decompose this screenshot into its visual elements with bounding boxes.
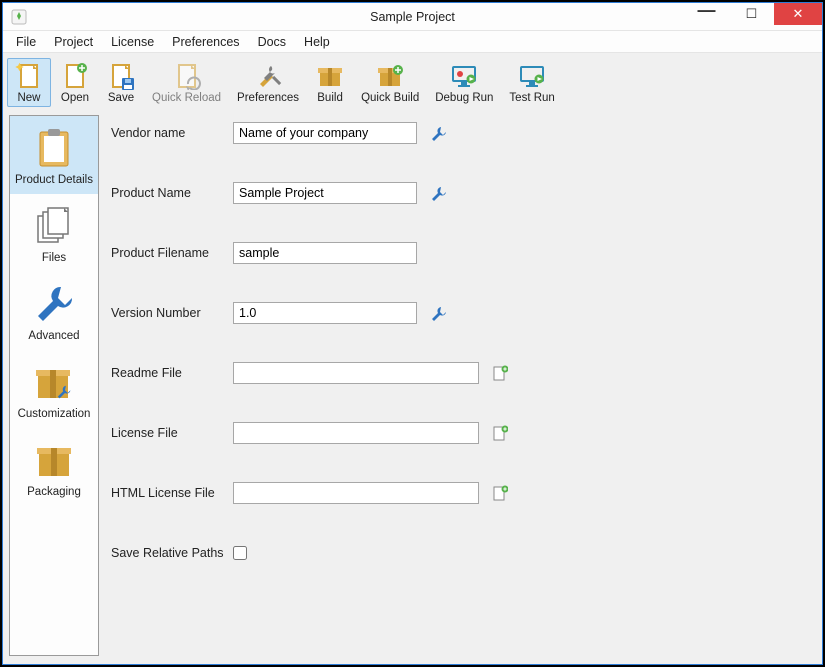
files-icon	[32, 204, 76, 248]
menu-file[interactable]: File	[7, 33, 45, 51]
toolbar-quick-reload-label: Quick Reload	[152, 92, 221, 104]
file-browse-icon	[492, 425, 508, 441]
sidebar-customization-label: Customization	[18, 408, 91, 420]
product-name-label: Product Name	[111, 186, 233, 200]
toolbar-build-button[interactable]: Build	[308, 58, 352, 107]
build-icon	[315, 61, 345, 91]
row-readme-file: Readme File	[111, 361, 812, 385]
file-browse-icon	[492, 485, 508, 501]
product-filename-input[interactable]	[233, 242, 417, 264]
toolbar-save-button[interactable]: Save	[99, 58, 143, 107]
row-save-relative-paths: Save Relative Paths	[111, 541, 812, 565]
product-filename-label: Product Filename	[111, 246, 233, 260]
save-relative-paths-label: Save Relative Paths	[111, 546, 233, 560]
sidebar-item-files[interactable]: Files	[10, 194, 98, 272]
toolbar-debug-run-label: Debug Run	[435, 92, 493, 104]
sidebar-files-label: Files	[42, 252, 66, 264]
quick-build-icon	[375, 61, 405, 91]
open-file-icon	[60, 61, 90, 91]
html-license-file-label: HTML License File	[111, 486, 233, 500]
menu-docs[interactable]: Docs	[249, 33, 295, 51]
toolbar-new-label: New	[17, 92, 40, 104]
sidebar-packaging-label: Packaging	[27, 486, 81, 498]
toolbar-open-label: Open	[61, 92, 89, 104]
toolbar-debug-run-button[interactable]: Debug Run	[428, 58, 500, 107]
clipboard-icon	[32, 126, 76, 170]
wrench-small-icon	[430, 185, 446, 201]
app-window: Sample Project — ☐ ✕ File Project Licens…	[2, 2, 823, 665]
version-number-label: Version Number	[111, 306, 233, 320]
debug-run-icon	[449, 61, 479, 91]
minimize-button[interactable]: —	[684, 3, 729, 25]
preferences-icon	[253, 61, 283, 91]
wrench-small-icon	[430, 305, 446, 321]
save-relative-paths-checkbox[interactable]	[233, 546, 247, 560]
row-version-number: Version Number	[111, 301, 812, 325]
toolbar: New Open Save Quick Reload Preferences B…	[3, 53, 822, 109]
product-name-configure-button[interactable]	[429, 184, 447, 202]
box-icon	[32, 438, 76, 482]
close-button[interactable]: ✕	[774, 3, 822, 25]
sidebar: Product Details Files Advanced Customiza…	[9, 115, 99, 656]
html-license-file-input[interactable]	[233, 482, 479, 504]
readme-file-label: Readme File	[111, 366, 233, 380]
toolbar-preferences-label: Preferences	[237, 92, 299, 104]
toolbar-build-label: Build	[317, 92, 343, 104]
main-area: Product Details Files Advanced Customiza…	[3, 109, 822, 664]
menu-bar: File Project License Preferences Docs He…	[3, 31, 822, 53]
toolbar-open-button[interactable]: Open	[53, 58, 97, 107]
license-file-browse-button[interactable]	[491, 424, 509, 442]
window-controls: — ☐ ✕	[684, 3, 822, 30]
sidebar-item-packaging[interactable]: Packaging	[10, 428, 98, 506]
box-wrench-icon	[32, 360, 76, 404]
license-file-input[interactable]	[233, 422, 479, 444]
save-icon	[106, 61, 136, 91]
sidebar-advanced-label: Advanced	[28, 330, 79, 342]
menu-preferences[interactable]: Preferences	[163, 33, 248, 51]
row-html-license-file: HTML License File	[111, 481, 812, 505]
vendor-name-label: Vendor name	[111, 126, 233, 140]
sidebar-item-customization[interactable]: Customization	[10, 350, 98, 428]
wrench-icon	[32, 282, 76, 326]
app-icon	[9, 7, 29, 27]
toolbar-quick-reload-button[interactable]: Quick Reload	[145, 58, 228, 107]
toolbar-save-label: Save	[108, 92, 134, 104]
readme-file-browse-button[interactable]	[491, 364, 509, 382]
toolbar-test-run-button[interactable]: Test Run	[502, 58, 561, 107]
reload-icon	[172, 61, 202, 91]
toolbar-preferences-button[interactable]: Preferences	[230, 58, 306, 107]
row-license-file: License File	[111, 421, 812, 445]
menu-help[interactable]: Help	[295, 33, 339, 51]
sidebar-product-details-label: Product Details	[15, 174, 93, 186]
toolbar-quick-build-label: Quick Build	[361, 92, 419, 104]
maximize-button[interactable]: ☐	[729, 3, 774, 25]
toolbar-test-run-label: Test Run	[509, 92, 554, 104]
version-number-input[interactable]	[233, 302, 417, 324]
html-license-file-browse-button[interactable]	[491, 484, 509, 502]
row-vendor-name: Vendor name	[111, 121, 812, 145]
title-bar: Sample Project — ☐ ✕	[3, 3, 822, 31]
product-details-form: Vendor name Product Name Product Filenam…	[107, 115, 816, 656]
product-name-input[interactable]	[233, 182, 417, 204]
license-file-label: License File	[111, 426, 233, 440]
row-product-name: Product Name	[111, 181, 812, 205]
toolbar-new-button[interactable]: New	[7, 58, 51, 107]
vendor-name-input[interactable]	[233, 122, 417, 144]
new-file-icon	[14, 61, 44, 91]
version-number-configure-button[interactable]	[429, 304, 447, 322]
row-product-filename: Product Filename	[111, 241, 812, 265]
readme-file-input[interactable]	[233, 362, 479, 384]
test-run-icon	[517, 61, 547, 91]
menu-project[interactable]: Project	[45, 33, 102, 51]
wrench-small-icon	[430, 125, 446, 141]
menu-license[interactable]: License	[102, 33, 163, 51]
sidebar-item-product-details[interactable]: Product Details	[10, 116, 98, 194]
toolbar-quick-build-button[interactable]: Quick Build	[354, 58, 426, 107]
file-browse-icon	[492, 365, 508, 381]
sidebar-item-advanced[interactable]: Advanced	[10, 272, 98, 350]
vendor-name-configure-button[interactable]	[429, 124, 447, 142]
